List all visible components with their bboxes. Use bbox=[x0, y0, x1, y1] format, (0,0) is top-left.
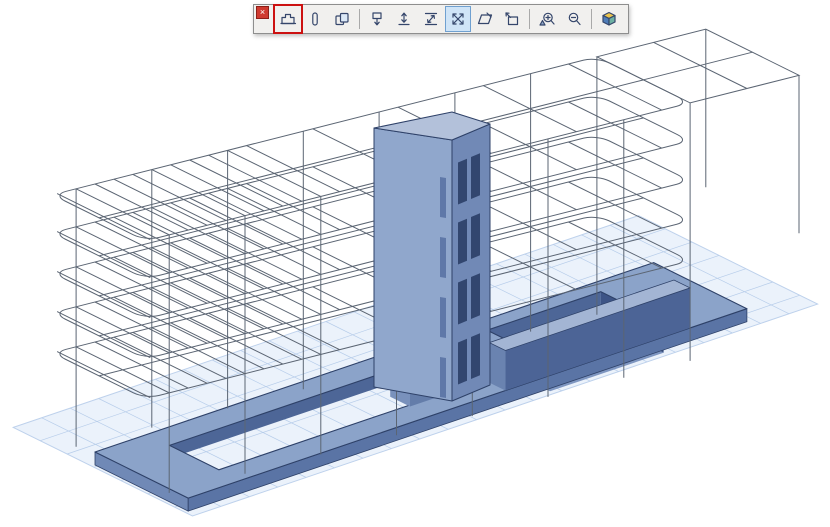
multiply-elements-icon bbox=[333, 10, 351, 28]
zoom-out-tool-button[interactable] bbox=[561, 6, 587, 32]
stretch-element-tool-button[interactable] bbox=[418, 6, 444, 32]
offset-edges-icon bbox=[503, 10, 521, 28]
skew-element-icon bbox=[476, 10, 494, 28]
zoom-out-icon bbox=[565, 10, 583, 28]
drag-element-tool-button[interactable] bbox=[364, 6, 390, 32]
floating-toolbar: × bbox=[253, 4, 629, 34]
marquee-elements-icon bbox=[279, 10, 297, 28]
offset-edges-tool-button[interactable] bbox=[499, 6, 525, 32]
multiply-elements-tool-button[interactable] bbox=[329, 6, 355, 32]
move-element-icon bbox=[449, 10, 467, 28]
single-element-tool-button[interactable] bbox=[302, 6, 328, 32]
stretch-element-icon bbox=[422, 10, 440, 28]
marquee-elements-tool-button[interactable] bbox=[275, 6, 301, 32]
cube-3d-icon bbox=[600, 10, 618, 28]
drag-element-icon bbox=[368, 10, 386, 28]
cutting-planes-3d-tool-button[interactable] bbox=[596, 6, 622, 32]
elevate-element-tool-button[interactable] bbox=[391, 6, 417, 32]
viewport-3d[interactable] bbox=[0, 0, 830, 527]
elevate-element-icon bbox=[395, 10, 413, 28]
zoom-in-tool-button[interactable] bbox=[534, 6, 560, 32]
toolbar-separator bbox=[591, 9, 592, 29]
move-element-tool-button[interactable] bbox=[445, 6, 471, 32]
toolbar-separator bbox=[359, 9, 360, 29]
single-element-icon bbox=[306, 10, 324, 28]
toolbar-separator bbox=[529, 9, 530, 29]
zoom-in-icon bbox=[538, 10, 556, 28]
close-button[interactable]: × bbox=[256, 6, 269, 19]
core-tower bbox=[374, 112, 490, 401]
skew-element-tool-button[interactable] bbox=[472, 6, 498, 32]
